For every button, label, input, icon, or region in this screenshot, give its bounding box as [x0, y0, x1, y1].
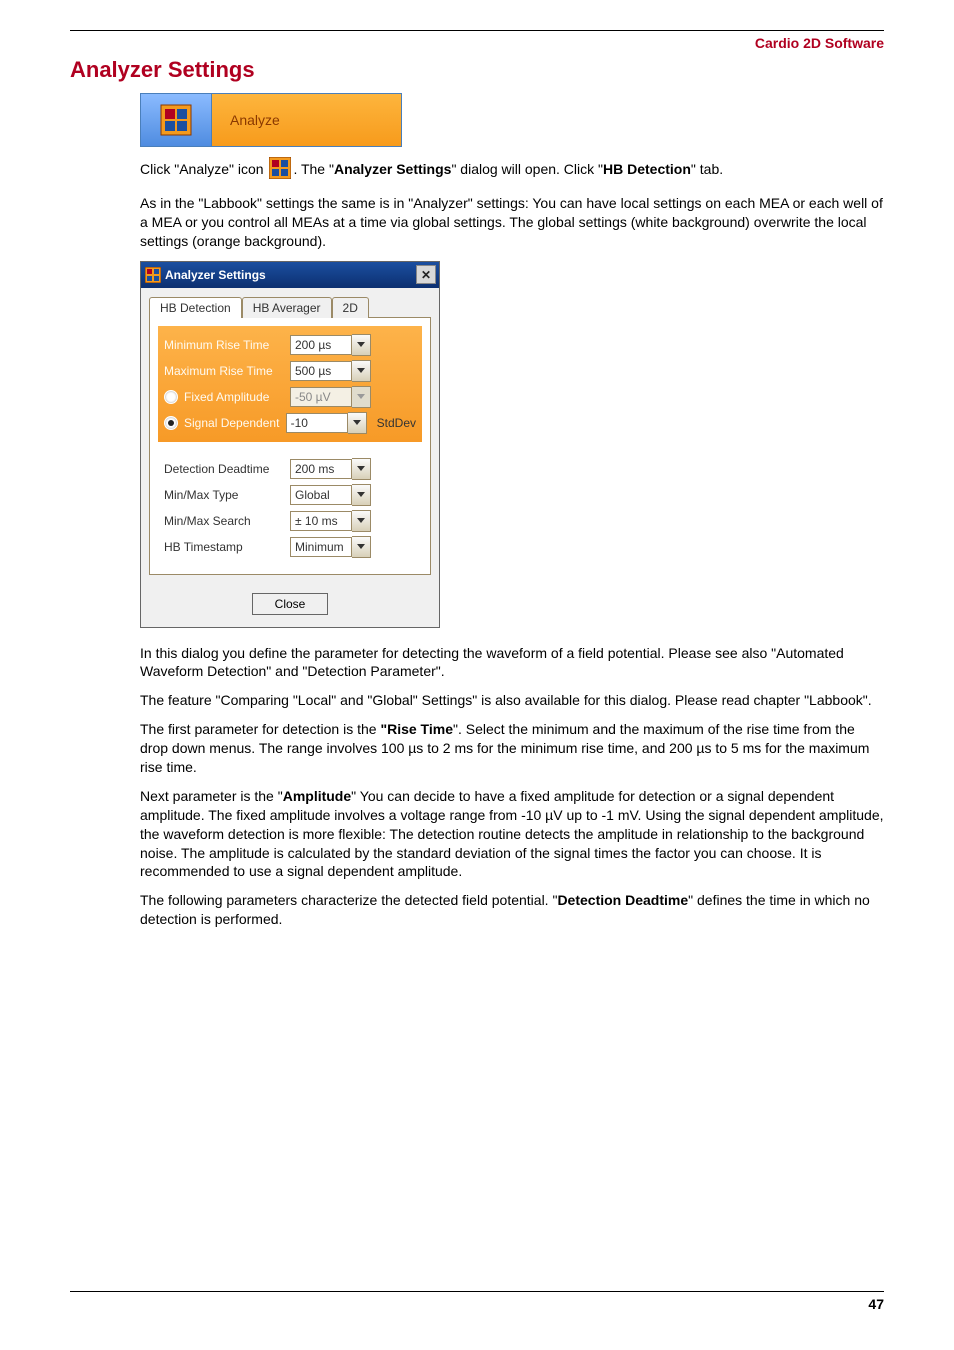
dialog-icon [145, 267, 161, 283]
intro-paragraph-2: As in the "Labbook" settings the same is… [140, 194, 884, 251]
header-product-name: Cardio 2D Software [70, 35, 884, 51]
after-paragraph-6: Next parameter is the "Amplitude" You ca… [140, 787, 884, 881]
dialog-titlebar: Analyzer Settings ✕ [141, 262, 439, 288]
chevron-down-icon[interactable] [352, 510, 371, 532]
chevron-down-icon[interactable] [352, 360, 371, 382]
max-rise-input[interactable] [290, 361, 352, 381]
fixed-amplitude-radio[interactable] [164, 390, 178, 404]
detection-deadtime-input[interactable] [290, 459, 352, 479]
analyzer-settings-dialog: Analyzer Settings ✕ HB Detection HB Aver… [140, 261, 440, 628]
dialog-tabs: HB Detection HB Averager 2D [141, 288, 439, 317]
tab-hb-detection[interactable]: HB Detection [149, 297, 242, 318]
signal-dependent-input[interactable] [286, 413, 348, 433]
section-title: Analyzer Settings [70, 57, 884, 83]
max-rise-label: Maximum Rise Time [164, 364, 284, 378]
max-rise-combo[interactable] [290, 361, 371, 381]
after-paragraph-5: The first parameter for detection is the… [140, 720, 884, 777]
tab-panel-hb-detection: Minimum Rise Time Maximum Rise Time [149, 317, 431, 575]
minmax-type-combo[interactable] [290, 485, 371, 505]
intro-paragraph-1: Click "Analyze" icon . The "Analyzer Set… [140, 157, 884, 184]
after-paragraph-4: The feature "Comparing "Local" and "Glob… [140, 691, 884, 710]
analyze-icon [141, 94, 212, 146]
close-button[interactable]: Close [252, 593, 329, 615]
signal-dependent-radio[interactable] [164, 416, 178, 430]
local-settings-group: Minimum Rise Time Maximum Rise Time [158, 326, 422, 442]
detection-deadtime-combo[interactable] [290, 459, 371, 479]
analyze-banner: Analyze [140, 93, 402, 147]
chevron-down-icon [352, 386, 371, 408]
fixed-amplitude-combo [290, 387, 371, 407]
signal-dependent-label: Signal Dependent [184, 416, 279, 430]
hb-timestamp-combo[interactable] [290, 537, 371, 557]
chevron-down-icon[interactable] [352, 536, 371, 558]
page-number: 47 [70, 1296, 884, 1312]
detection-deadtime-label: Detection Deadtime [164, 462, 284, 476]
fixed-amplitude-label: Fixed Amplitude [184, 390, 269, 404]
tab-2d[interactable]: 2D [332, 297, 369, 318]
tab-hb-averager[interactable]: HB Averager [242, 297, 332, 318]
min-rise-input[interactable] [290, 335, 352, 355]
dialog-close-icon[interactable]: ✕ [416, 265, 436, 284]
min-rise-label: Minimum Rise Time [164, 338, 284, 352]
stddev-label: StdDev [377, 416, 416, 430]
hb-timestamp-input[interactable] [290, 537, 352, 557]
global-settings-group: Detection Deadtime Min/Max Type [158, 450, 422, 566]
chevron-down-icon[interactable] [352, 458, 371, 480]
minmax-search-combo[interactable] [290, 511, 371, 531]
minmax-type-label: Min/Max Type [164, 488, 284, 502]
minmax-search-label: Min/Max Search [164, 514, 284, 528]
minmax-type-input[interactable] [290, 485, 352, 505]
minmax-search-input[interactable] [290, 511, 352, 531]
chevron-down-icon[interactable] [352, 484, 371, 506]
chevron-down-icon[interactable] [352, 334, 371, 356]
min-rise-combo[interactable] [290, 335, 371, 355]
dialog-title: Analyzer Settings [165, 268, 266, 282]
chevron-down-icon[interactable] [348, 412, 367, 434]
hb-timestamp-label: HB Timestamp [164, 540, 284, 554]
after-paragraph-7: The following parameters characterize th… [140, 891, 884, 929]
fixed-amplitude-input [290, 387, 352, 407]
after-paragraph-3: In this dialog you define the parameter … [140, 644, 884, 682]
analyze-inline-icon [269, 157, 291, 184]
analyze-banner-label: Analyze [212, 112, 401, 128]
signal-dependent-combo[interactable] [286, 413, 367, 433]
